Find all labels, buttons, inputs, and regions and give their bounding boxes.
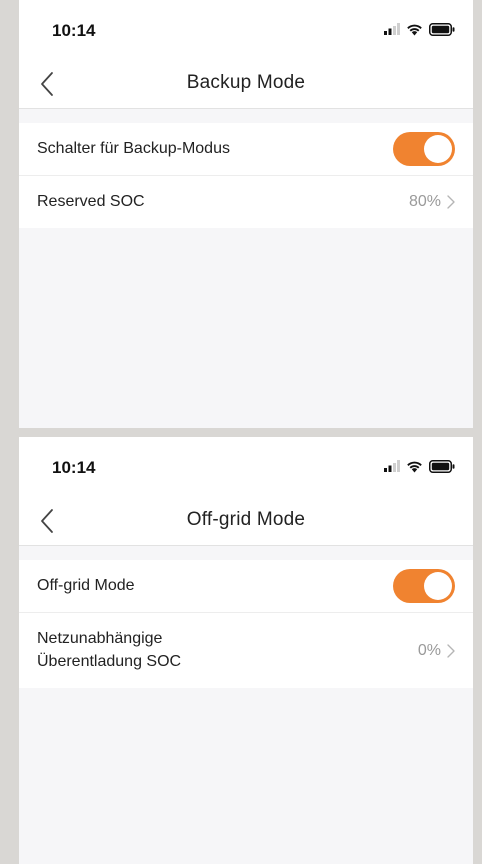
wifi-icon [407, 24, 422, 35]
backup-mode-switch-label: Schalter für Backup-Modus [37, 139, 230, 157]
battery-icon [429, 459, 455, 473]
signal-icon [384, 460, 400, 472]
off-grid-mode-toggle[interactable] [393, 569, 455, 603]
reserved-soc-row[interactable]: Reserved SOC 80% [19, 176, 473, 228]
off-grid-overdischarge-soc-label: Netzunabhängige Überentladung SOC [37, 628, 418, 673]
nav-bar: Backup Mode [19, 58, 473, 109]
backup-mode-screen: 10:14 Backup Mode Schalter für Backup-Mo… [19, 0, 473, 428]
settings-list: Off-grid Mode Netzunabhängige Überentlad… [19, 560, 473, 688]
battery-icon [429, 22, 455, 36]
page-title: Off-grid Mode [186, 509, 306, 530]
chevron-right-icon [447, 643, 455, 658]
back-arrow-icon[interactable] [37, 70, 59, 98]
off-grid-mode-switch-label: Off-grid Mode [37, 576, 135, 594]
toggle-knob [424, 572, 452, 600]
wifi-icon [407, 461, 422, 472]
reserved-soc-label: Reserved SOC [37, 192, 145, 210]
status-bar: 10:14 [19, 0, 473, 58]
off-grid-soc-value: 0% [417, 641, 441, 659]
label-line-1: Netzunabhängige [37, 630, 163, 648]
settings-list: Schalter für Backup-Modus Reserved SOC 8… [19, 123, 473, 228]
status-bar: 10:14 [19, 437, 473, 495]
backup-mode-toggle[interactable] [393, 132, 455, 166]
signal-icon [384, 23, 400, 35]
status-icons [384, 459, 455, 473]
backup-mode-switch-row: Schalter für Backup-Modus [19, 123, 473, 176]
label-line-2: Überentladung SOC [37, 652, 182, 670]
page-title: Backup Mode [186, 72, 306, 93]
reserved-soc-value: 80% [408, 193, 441, 210]
off-grid-overdischarge-soc-row[interactable]: Netzunabhängige Überentladung SOC 0% [19, 613, 473, 688]
off-grid-mode-switch-row: Off-grid Mode [19, 560, 473, 613]
off-grid-mode-screen: 10:14 Off-grid Mode Off-grid Mode Netzun… [19, 437, 473, 864]
status-time: 10:14 [52, 21, 96, 40]
chevron-right-icon [447, 195, 455, 209]
back-arrow-icon[interactable] [37, 507, 59, 535]
status-time: 10:14 [52, 458, 96, 477]
reserved-soc-value-group: 80% [409, 193, 455, 211]
nav-bar: Off-grid Mode [19, 495, 473, 546]
off-grid-soc-value-group: 0% [418, 642, 455, 660]
status-icons [384, 22, 455, 36]
toggle-knob [424, 135, 452, 163]
